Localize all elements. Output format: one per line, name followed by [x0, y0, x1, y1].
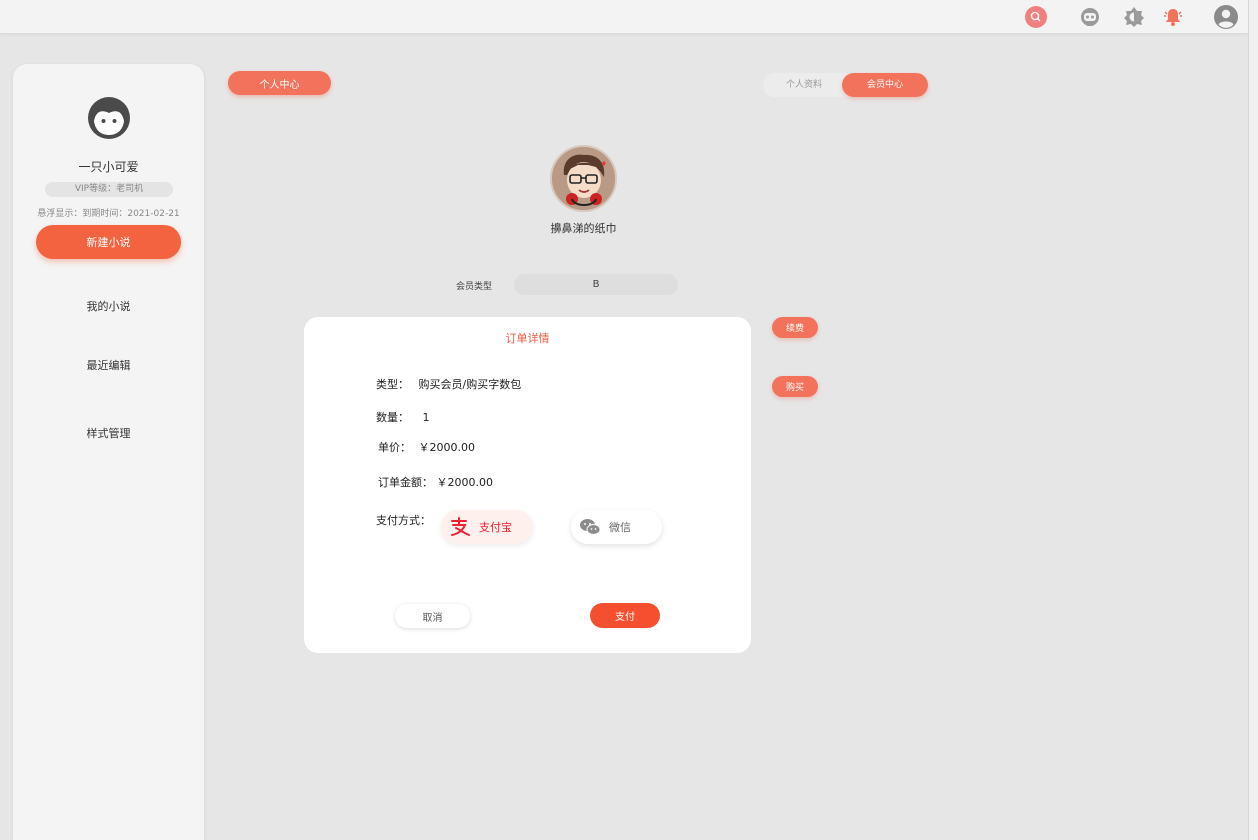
alipay-icon — [449, 516, 471, 538]
user-icon[interactable] — [1214, 5, 1238, 29]
expire-text: 悬浮显示：到期时间：2021-02-21 — [37, 209, 180, 219]
profile-name: 擤鼻涕的纸巾 — [550, 222, 617, 235]
order-quantity-row: 数量： 1 — [376, 409, 430, 425]
robot-icon[interactable] — [1078, 5, 1102, 29]
avatar-face-icon — [87, 96, 131, 140]
order-quantity-value: 1 — [422, 411, 430, 424]
vip-level-badge: VIP等级：老司机 — [45, 182, 173, 197]
buy-button[interactable]: 购买 — [772, 376, 818, 397]
tab-member-center[interactable]: 会员中心 — [842, 73, 928, 97]
profile-avatar — [550, 145, 617, 212]
member-type-label: 会员类型 — [456, 282, 493, 292]
order-total-label: 订单金额： — [378, 476, 433, 489]
scrollbar[interactable] — [1248, 0, 1258, 840]
order-type-label: 类型： — [376, 378, 409, 391]
member-type-value: B — [514, 274, 678, 295]
search-icon[interactable] — [1024, 5, 1048, 29]
personal-center-button[interactable]: 个人中心 — [228, 71, 331, 95]
wechat-option[interactable]: 微信 — [571, 510, 662, 544]
order-details-dialog: 订单详情 类型： 购买会员/购买字数包 数量： 1 单价： ￥2000.00 订… — [304, 317, 751, 653]
pay-button[interactable]: 支付 — [590, 603, 660, 628]
sidebar-item-my-novels[interactable]: 我的小说 — [13, 298, 204, 314]
cancel-button[interactable]: 取消 — [395, 604, 470, 628]
order-total-row: 订单金额： ￥2000.00 — [378, 474, 493, 490]
dialog-title: 订单详情 — [505, 332, 550, 345]
bell-icon[interactable] — [1161, 5, 1185, 29]
payment-method-label: 支付方式： — [376, 514, 431, 527]
top-bar — [0, 0, 1248, 34]
brightness-icon[interactable] — [1122, 5, 1146, 29]
sidebar-item-style-management[interactable]: 样式管理 — [13, 425, 204, 441]
profile-tabs: 个人资料 会员中心 — [763, 73, 928, 97]
sidebar-item-recent-edits[interactable]: 最近编辑 — [13, 357, 204, 373]
alipay-label: 支付宝 — [479, 521, 512, 534]
renew-button[interactable]: 续费 — [772, 317, 818, 338]
order-price-value: ￥2000.00 — [418, 441, 476, 454]
nickname: 一只小可爱 — [78, 160, 139, 174]
order-total-value: ￥2000.00 — [436, 476, 494, 489]
wechat-icon — [579, 516, 601, 538]
alipay-option[interactable]: 支付宝 — [441, 510, 533, 544]
sidebar: 一只小可爱 VIP等级：老司机 悬浮显示：到期时间：2021-02-21 新建小… — [13, 64, 204, 840]
new-novel-button[interactable]: 新建小说 — [36, 225, 181, 259]
order-price-label: 单价： — [378, 441, 411, 454]
wechat-label: 微信 — [609, 521, 631, 534]
order-type-value: 购买会员/购买字数包 — [418, 378, 522, 391]
order-type-row: 类型： 购买会员/购买字数包 — [376, 376, 521, 392]
order-quantity-label: 数量： — [376, 411, 409, 424]
tab-personal-info[interactable]: 个人资料 — [763, 73, 845, 97]
order-price-row: 单价： ￥2000.00 — [378, 439, 475, 455]
